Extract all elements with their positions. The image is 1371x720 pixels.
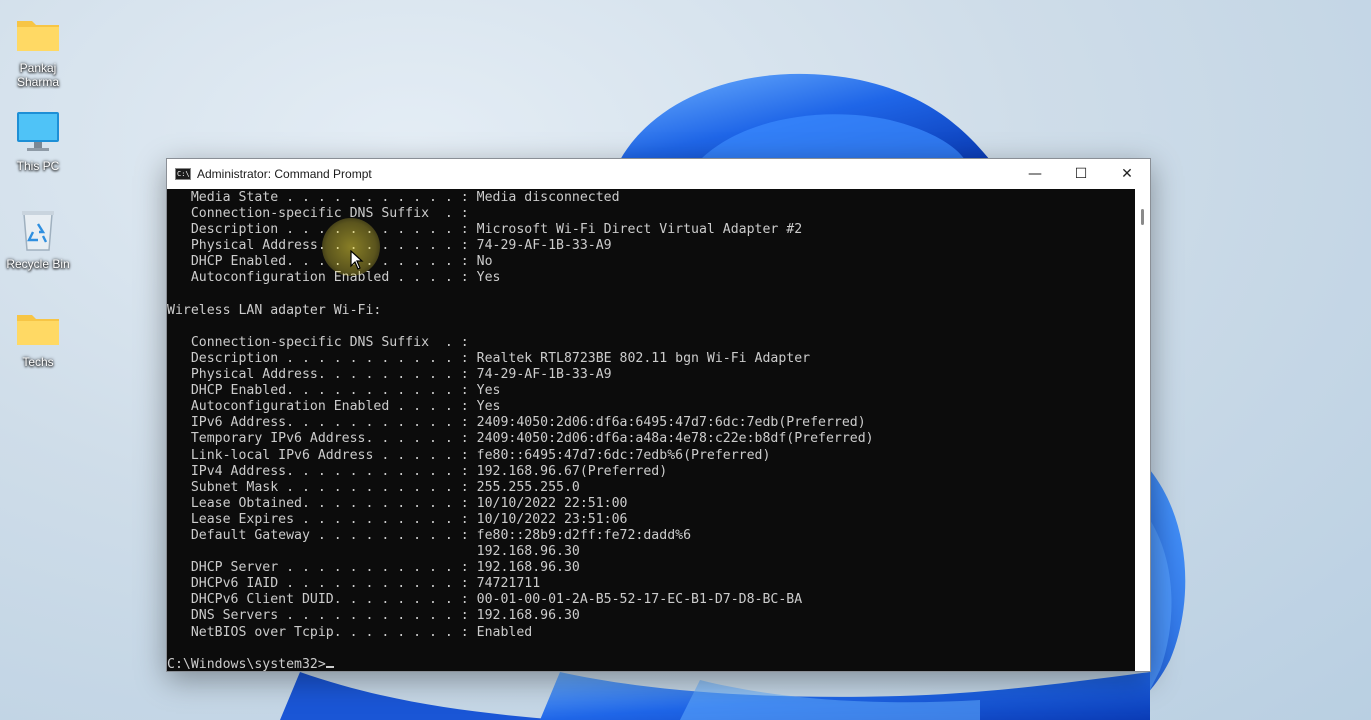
console-line: DHCP Server . . . . . . . . . . . : 192.… [167, 560, 580, 576]
console-line: 192.168.96.30 [167, 544, 580, 560]
console-line: Autoconfiguration Enabled . . . . : Yes [167, 270, 501, 286]
console-line: DHCPv6 IAID . . . . . . . . . . . : 7472… [167, 576, 541, 592]
console-line: Description . . . . . . . . . . . : Micr… [167, 222, 803, 238]
maximize-button[interactable]: ☐ [1058, 159, 1104, 189]
maximize-icon: ☐ [1074, 166, 1088, 182]
command-prompt-window[interactable]: C:\ Administrator: Command Prompt — ☐ ✕ … [166, 158, 1151, 672]
console-output[interactable]: Media State . . . . . . . . . . . : Medi… [167, 189, 1135, 671]
command-prompt-line[interactable]: C:\Windows\system32> [167, 657, 1135, 671]
desktop-icon-this-pc[interactable]: This PC [0, 108, 76, 173]
console-line: IPv4 Address. . . . . . . . . . . : 192.… [167, 463, 668, 479]
desktop-icon-label: Techs [22, 355, 54, 369]
console-line: Physical Address. . . . . . . . . : 74-2… [167, 238, 612, 254]
folder-icon [14, 10, 62, 58]
minimize-icon: — [1028, 166, 1042, 182]
vertical-scrollbar[interactable] [1135, 189, 1150, 671]
console-line: NetBIOS over Tcpip. . . . . . . . : Enab… [167, 624, 533, 640]
close-button[interactable]: ✕ [1104, 159, 1150, 189]
title-bar[interactable]: C:\ Administrator: Command Prompt — ☐ ✕ [167, 159, 1150, 189]
console-line: Temporary IPv6 Address. . . . . . : 2409… [167, 431, 874, 447]
console-line: Lease Obtained. . . . . . . . . . : 10/1… [167, 495, 628, 511]
prompt-path: C:\Windows\system32> [167, 656, 326, 671]
console-line: DHCPv6 Client DUID. . . . . . . . : 00-0… [167, 592, 803, 608]
console-line: Wireless LAN adapter Wi-Fi: [167, 302, 382, 318]
text-cursor [325, 665, 334, 668]
minimize-button[interactable]: — [1012, 159, 1058, 189]
desktop-icon-techs[interactable]: Techs [0, 304, 76, 369]
window-controls: — ☐ ✕ [1012, 159, 1150, 189]
window-title: Administrator: Command Prompt [197, 167, 372, 181]
console-line: DHCP Enabled. . . . . . . . . . . : No [190, 254, 493, 270]
console-line: Default Gateway . . . . . . . . . : fe80… [167, 527, 692, 543]
monitor-icon [14, 108, 62, 156]
desktop-icon-label: Recycle Bin [6, 257, 70, 271]
cmd-app-icon: C:\ [175, 168, 191, 180]
console-line: Connection-specific DNS Suffix . : [167, 334, 469, 350]
recycle-bin-icon [14, 206, 62, 254]
console-line: Connection-specific DNS Suffix . : [167, 206, 469, 222]
console-line: DHCP Enabled. . . . . . . . . . . : Yes [167, 383, 501, 399]
close-icon: ✕ [1121, 166, 1133, 182]
console-line: IPv6 Address. . . . . . . . . . . : 2409… [167, 415, 866, 431]
console-line: DNS Servers . . . . . . . . . . . : 192.… [167, 608, 580, 624]
folder-icon [14, 304, 62, 352]
desktop-icon-label: This PC [16, 159, 60, 173]
scrollbar-thumb[interactable] [1141, 209, 1144, 225]
console-line: Physical Address. . . . . . . . . : 74-2… [167, 367, 612, 383]
console-line: Autoconfiguration Enabled . . . . : Yes [167, 399, 501, 415]
desktop-icon-recycle-bin[interactable]: Recycle Bin [0, 206, 76, 271]
mouse-pointer-icon [350, 250, 364, 270]
console-line: Lease Expires . . . . . . . . . . : 10/1… [167, 511, 628, 527]
desktop-icon-label: Pankaj Sharma [16, 61, 60, 89]
desktop-icon-pankaj-sharma[interactable]: Pankaj Sharma [0, 10, 76, 89]
console-line: Description . . . . . . . . . . . : Real… [167, 350, 811, 366]
console-line: Link-local IPv6 Address . . . . . : fe80… [167, 447, 771, 463]
console-line: Media State . . . . . . . . . . . : Medi… [167, 190, 620, 205]
console-line: Subnet Mask . . . . . . . . . . . : 255.… [167, 479, 580, 495]
